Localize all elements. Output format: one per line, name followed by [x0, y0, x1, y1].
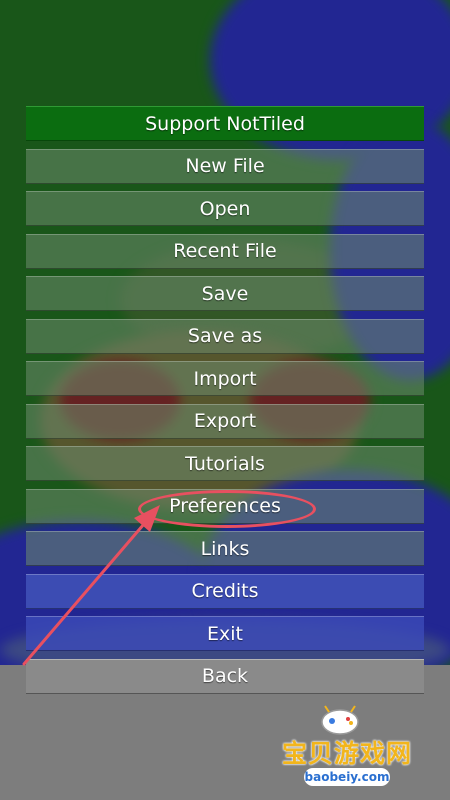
save-button[interactable]: Save	[26, 276, 424, 311]
watermark-title: 宝贝游戏网	[281, 739, 412, 768]
open-button[interactable]: Open	[26, 191, 424, 226]
watermark-logo: 宝贝游戏网 baobeiy.com	[272, 700, 422, 792]
credits-button[interactable]: Credits	[26, 573, 424, 609]
watermark-subtitle: baobeiy.com	[304, 768, 390, 786]
highlight-ellipse	[138, 490, 316, 528]
import-button[interactable]: Import	[26, 361, 424, 396]
main-menu: Support NotTiled New File Open Recent Fi…	[26, 106, 424, 701]
new-file-button[interactable]: New File	[26, 148, 424, 184]
save-as-button[interactable]: Save as	[26, 318, 424, 354]
export-button[interactable]: Export	[26, 403, 424, 439]
gamepad-mascot-icon	[321, 705, 359, 735]
exit-button[interactable]: Exit	[26, 616, 424, 651]
back-button[interactable]: Back	[26, 658, 424, 694]
tutorials-button[interactable]: Tutorials	[26, 446, 424, 481]
links-button[interactable]: Links	[26, 531, 424, 566]
recent-file-button[interactable]: Recent File	[26, 233, 424, 269]
support-nottiled-button[interactable]: Support NotTiled	[26, 106, 424, 141]
